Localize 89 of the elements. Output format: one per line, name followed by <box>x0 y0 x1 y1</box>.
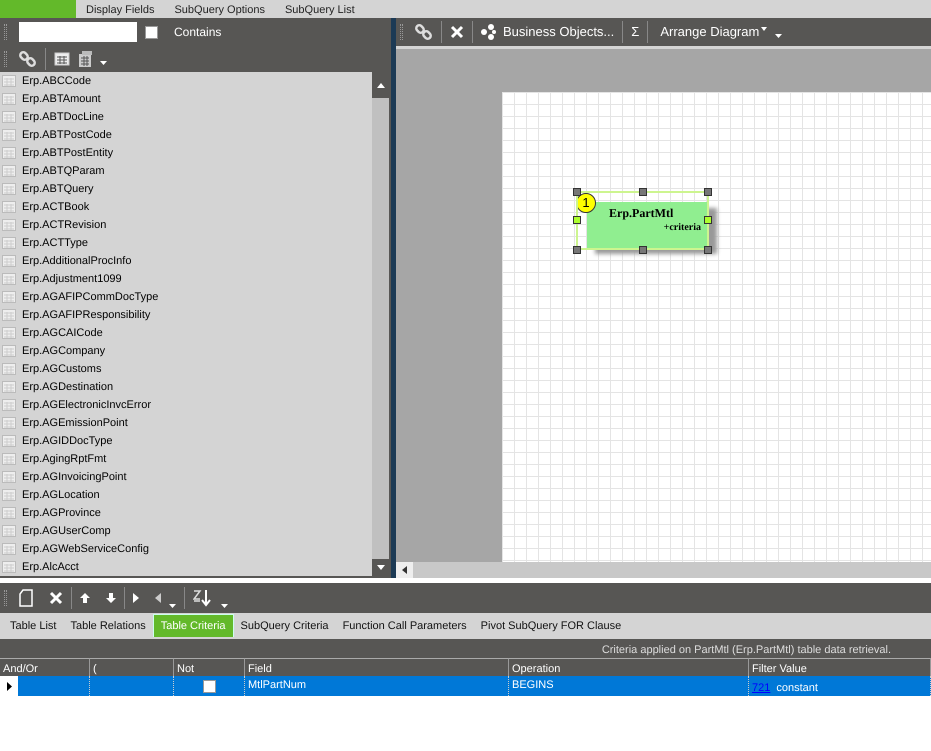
dropdown-caret-icon[interactable] <box>100 61 107 65</box>
table-name[interactable]: Erp.AGAFIPCommDocType <box>22 288 158 306</box>
link-icon[interactable] <box>19 50 37 68</box>
column-header[interactable]: Not <box>174 658 245 676</box>
scroll-down-icon[interactable] <box>376 565 384 570</box>
link-icon[interactable] <box>415 23 433 41</box>
column-header[interactable]: And/Or <box>0 658 90 676</box>
contains-checkbox[interactable] <box>145 26 158 38</box>
table-name[interactable]: Erp.AGLocation <box>22 486 100 504</box>
table-name[interactable]: Erp.ACTType <box>22 234 88 252</box>
tab[interactable]: SubQuery Criteria <box>234 614 336 637</box>
table-name[interactable]: Erp.ABTQParam <box>22 162 105 180</box>
table-name[interactable]: Erp.ABTAmount <box>22 90 101 108</box>
row-selector-icon[interactable] <box>0 676 18 696</box>
tab[interactable]: SubQuery List <box>274 0 365 18</box>
table-name[interactable]: Erp.ABCCode <box>22 72 92 90</box>
resize-handle[interactable] <box>704 188 712 196</box>
search-field[interactable] <box>19 22 137 42</box>
node-subtitle: +criteria <box>662 221 702 235</box>
horizontal-scrollbar[interactable] <box>396 562 931 578</box>
table-name[interactable]: Erp.AGEmissionPoint <box>22 414 128 432</box>
nodes-icon[interactable] <box>481 24 497 40</box>
connection-handle[interactable] <box>704 216 712 224</box>
table-cell[interactable] <box>90 676 174 696</box>
table-cell[interactable]: BEGINS <box>509 676 749 696</box>
table-name[interactable]: Erp.ABTDocLine <box>22 108 104 126</box>
table-name[interactable]: Erp.AGIDDocType <box>22 432 112 450</box>
column-header[interactable]: Field <box>245 658 509 676</box>
table-name[interactable]: Erp.ACTBook <box>22 198 90 216</box>
table-name[interactable]: Erp.AGInvoicingPoint <box>22 468 127 486</box>
table-name[interactable]: Erp.AdditionalProcInfo <box>22 252 132 270</box>
tab[interactable]: Table List <box>3 614 64 637</box>
resize-handle[interactable] <box>704 246 712 254</box>
table-cell[interactable] <box>0 676 90 696</box>
scroll-up-icon[interactable] <box>376 82 384 88</box>
table-name[interactable]: Erp.ABTQuery <box>22 180 94 198</box>
arrange-diagram-button[interactable]: Arrange Diagram <box>660 22 760 42</box>
table-name[interactable]: Erp.AGUserComp <box>22 522 111 540</box>
table-name[interactable]: Erp.AGCompany <box>22 342 106 360</box>
table-icon[interactable] <box>54 52 70 66</box>
business-objects-button[interactable]: Business Objects... <box>503 22 614 42</box>
table-name[interactable]: Erp.AGWebServiceConfig <box>22 540 149 558</box>
dropdown-caret-icon[interactable] <box>169 604 176 608</box>
contains-label: Contains <box>174 24 222 41</box>
table-name[interactable]: Erp.ABTPostEntity <box>22 144 114 162</box>
column-header[interactable]: ( <box>90 658 174 676</box>
tab[interactable]: Pivot SubQuery FOR Clause <box>474 614 628 637</box>
column-header[interactable]: Operation <box>509 658 749 676</box>
scroll-left-icon[interactable] <box>402 566 407 574</box>
triangle-left-icon[interactable] <box>155 593 161 603</box>
node-title: Erp.PartMtl <box>608 205 674 222</box>
table-name[interactable]: Erp.AgingRptFmt <box>22 450 106 468</box>
sort-icon[interactable] <box>193 589 213 607</box>
tab[interactable]: SubQuery Options <box>164 0 275 18</box>
table-name[interactable]: Erp.AGDestination <box>22 378 114 396</box>
table-name[interactable]: Erp.ACTRevision <box>22 216 106 234</box>
table-cell[interactable]: MtlPartNum <box>245 676 509 696</box>
delete-icon[interactable] <box>49 591 63 605</box>
resize-handle[interactable] <box>573 188 581 196</box>
table-name[interactable]: Erp.AGAFIPResponsibility <box>22 306 150 324</box>
dropdown-caret-icon[interactable] <box>221 604 228 608</box>
sum-button[interactable]: Σ <box>623 20 648 44</box>
table-name[interactable]: Erp.AGElectronicInvcError <box>22 396 151 414</box>
tab[interactable]: Table Relations <box>63 614 153 637</box>
resize-handle[interactable] <box>639 246 647 254</box>
dropdown-caret-icon[interactable] <box>775 34 782 38</box>
resize-handle[interactable] <box>573 246 581 254</box>
table-name[interactable]: Erp.AGProvince <box>22 504 101 522</box>
table-node[interactable]: Erp.PartMtl +criteria <box>587 202 709 248</box>
table-name[interactable]: Erp.AGCAICode <box>22 324 103 342</box>
new-icon[interactable] <box>19 589 33 607</box>
connection-handle[interactable] <box>573 216 581 224</box>
tab[interactable]: Function Call Parameters <box>336 614 474 637</box>
column-header[interactable]: Filter Value <box>749 658 931 676</box>
tab[interactable]: Display Fields <box>76 0 164 18</box>
not-checkbox[interactable] <box>202 680 216 692</box>
vertical-scrollbar[interactable] <box>372 72 389 576</box>
filter-value-text: constant <box>776 682 818 694</box>
arrow-down-icon[interactable] <box>106 593 116 603</box>
criteria-info-text: Criteria applied on PartMtl (Erp.PartMtl) table data retrieval. <box>0 637 931 658</box>
caret-icon[interactable] <box>761 27 768 31</box>
table-name[interactable]: Erp.AGCustoms <box>22 360 102 378</box>
resize-handle[interactable] <box>639 188 647 196</box>
table-name[interactable]: Erp.AlcAcct <box>22 558 79 576</box>
table-name[interactable]: Erp.Adjustment1099 <box>22 270 122 288</box>
delete-icon[interactable] <box>450 25 464 39</box>
table-name[interactable]: Erp.ABTPostCode <box>22 126 112 144</box>
arrow-up-icon[interactable] <box>80 593 90 603</box>
triangle-right-icon[interactable] <box>133 593 139 603</box>
